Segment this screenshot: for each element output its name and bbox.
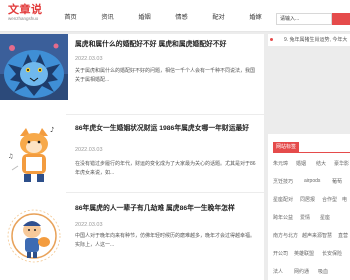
logo-subtext: wenzhangshuo [8, 16, 39, 21]
tags-heading-underline [273, 152, 350, 153]
tag-link[interactable]: 电 [342, 196, 347, 203]
svg-text:♫: ♫ [8, 153, 13, 160]
article-thumbnail-tiger-girl[interactable]: ♪ ♫ [0, 120, 68, 186]
nav-item-match[interactable]: 配对 [200, 0, 237, 32]
tag-link[interactable]: 爱情 [300, 214, 310, 221]
tag-link[interactable]: 越声来源智慧 [302, 232, 332, 239]
tag-link[interactable]: 婚姻 [296, 160, 306, 167]
article-title[interactable]: 86年虎女一生婚姻状况财运 1986年属虎女哪一年财运最好 [75, 124, 261, 134]
sidebar-tags: 网站标签 朱元璋 婚姻 结大 豪华影 烹饪技巧 airpods 葡萄 星座配对 … [268, 134, 350, 280]
nav-item-marriage[interactable]: 婚姻 [126, 0, 163, 32]
tag-link[interactable]: airpods [304, 178, 320, 184]
tag-link[interactable]: 开公司 [273, 250, 288, 257]
main-nav: 首页 资讯 婚姻 情感 配对 婚嫁 [52, 0, 274, 32]
article-summary: 关于属虎和属什么的婚配好不好的问题，相信一千个人会有一千种不同说法，我国关于属相… [75, 68, 256, 83]
article-date: 2022.03.03 [75, 147, 103, 153]
logo-text: 文章说 [8, 4, 43, 16]
search-input[interactable]: 请输入... [276, 13, 332, 25]
tag-link[interactable]: 豪华影 [334, 160, 349, 167]
tag-link[interactable]: 直营 [338, 232, 348, 239]
article-date: 2022.03.03 [75, 56, 103, 62]
nav-item-emotion[interactable]: 情感 [163, 0, 200, 32]
tiger-boy-image [0, 206, 68, 272]
article-thumbnail-tiger[interactable] [0, 34, 68, 100]
page: 文章说 wenzhangshuo 首页 资讯 婚姻 情感 配对 婚嫁 请输入..… [0, 0, 350, 280]
sidebar-notice-text: 9. 兔年属猪生肖运势, 今年大 [284, 37, 348, 43]
nav-item-news[interactable]: 资讯 [89, 0, 126, 32]
svg-text:♪: ♪ [50, 126, 54, 134]
site-header: 文章说 wenzhangshuo 首页 资讯 婚姻 情感 配对 婚嫁 请输入..… [0, 0, 350, 32]
tag-link[interactable]: 网约通 [294, 268, 309, 275]
tag-link[interactable]: 吸血 [318, 268, 328, 275]
divider [66, 114, 264, 115]
site-logo[interactable]: 文章说 wenzhangshuo [8, 4, 44, 22]
article-thumbnail-tiger-boy[interactable] [0, 206, 68, 272]
tag-link[interactable]: 合作型 [322, 196, 337, 203]
tag-link[interactable]: 跨年公益 [273, 214, 293, 221]
tag-link[interactable]: 法人 [273, 268, 283, 275]
search-button[interactable] [332, 13, 350, 25]
tag-link[interactable]: 结大 [316, 160, 326, 167]
tag-link[interactable]: 葡萄 [332, 178, 342, 185]
article-list: 属虎和属什么的婚配好不好 属虎和属虎婚配好不好 2022.03.03 关于属虎和… [0, 34, 264, 280]
tag-link[interactable]: 烹饪技巧 [273, 178, 293, 185]
divider [66, 192, 264, 193]
tags-heading: 网站标签 [273, 142, 299, 152]
article-title[interactable]: 86年属虎的人一辈子有几劫难 属虎86年一生晚年怎样 [75, 204, 261, 214]
tag-link[interactable]: 星座配对 [273, 196, 293, 203]
bullet-icon [270, 38, 273, 41]
tiger-image [0, 34, 68, 100]
tag-link[interactable]: 英雄联盟 [294, 250, 314, 257]
article-summary: 中国人对于晚年向来有种节，仿佛年轻时候历的磨难越多，晚年才会过得越幸福。实际上，… [75, 233, 256, 248]
sidebar-notice[interactable]: 9. 兔年属猪生肖运势, 今年大 [268, 34, 350, 46]
tag-link[interactable]: 南方与北方 [273, 232, 298, 239]
tag-link[interactable]: 长安保险 [322, 250, 342, 257]
nav-item-wedding[interactable]: 婚嫁 [237, 0, 274, 32]
article-date: 2022.03.03 [75, 222, 103, 228]
nav-item-home[interactable]: 首页 [52, 0, 89, 32]
tag-link[interactable]: 星座 [320, 214, 330, 221]
tag-link[interactable]: 同居报 [300, 196, 315, 203]
article-summary: 在没有错过步履行的年代，财运的变化成为了大家最为关心的话题。尤其是对于86年虎女… [75, 161, 256, 176]
tag-link[interactable]: 朱元璋 [273, 160, 288, 167]
article-title[interactable]: 属虎和属什么的婚配好不好 属虎和属虎婚配好不好 [75, 40, 261, 50]
tiger-girl-image: ♪ ♫ [0, 120, 68, 186]
